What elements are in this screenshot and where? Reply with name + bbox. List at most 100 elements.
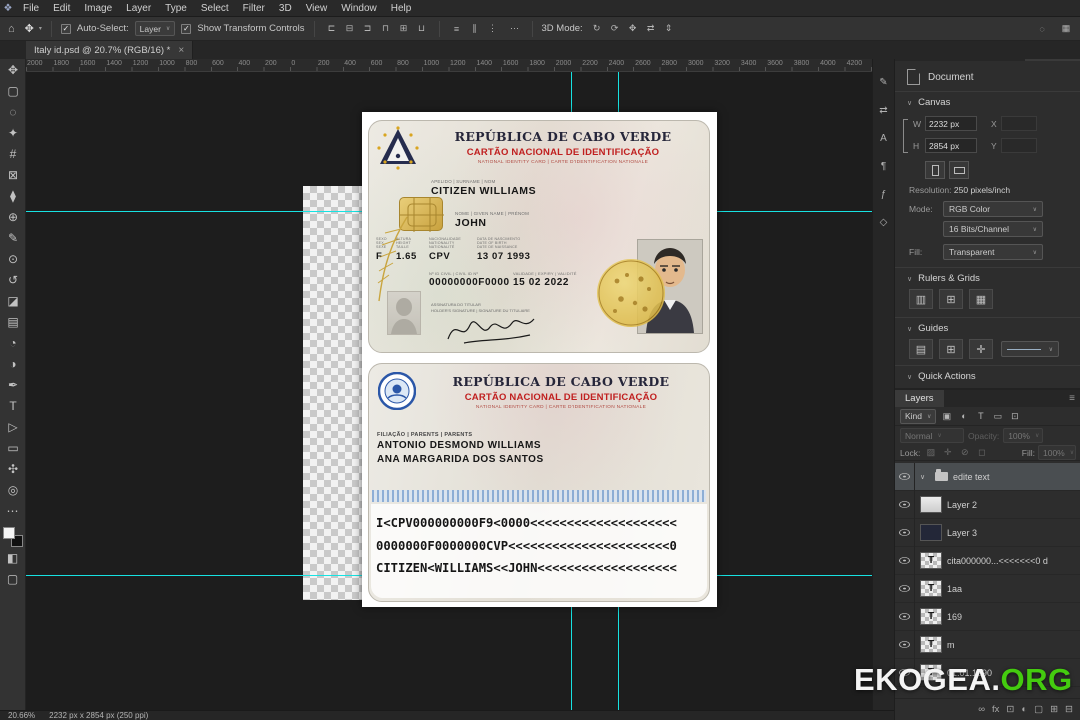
quick-mask-icon[interactable]: ◧ <box>0 547 26 568</box>
brush-settings-icon[interactable]: ✎ <box>875 73 893 91</box>
filter-pixel-icon[interactable]: ▣ <box>939 409 954 423</box>
guide-layout-icon[interactable]: ⊞ <box>939 339 963 359</box>
guide-style-dropdown[interactable]: ∨ <box>1001 341 1059 357</box>
tool-preset-arrow-icon[interactable]: ▾ <box>39 25 42 32</box>
visibility-toggle[interactable] <box>895 546 915 575</box>
menu-item[interactable]: View <box>299 0 335 16</box>
new-guide-icon[interactable]: ▤ <box>909 339 933 359</box>
menu-item[interactable]: File <box>16 0 46 16</box>
eyedropper-tool[interactable]: ⧫ <box>0 185 26 206</box>
panel-menu-icon[interactable]: ≡ <box>1063 390 1080 407</box>
canvas-section-header[interactable]: ∨ Canvas <box>907 97 950 108</box>
menu-item[interactable]: Filter <box>236 0 272 16</box>
expand-chevron-icon[interactable]: ∨ <box>920 473 928 481</box>
align-left-icon[interactable]: ⊏ <box>324 21 340 37</box>
lasso-tool[interactable]: ◌ <box>0 101 26 122</box>
width-input[interactable] <box>925 116 977 131</box>
screen-mode-icon[interactable]: ▢ <box>0 568 26 589</box>
show-transform-checkbox[interactable]: ✓ <box>181 23 192 34</box>
color-swatches[interactable] <box>2 527 23 547</box>
distribute-more-icon[interactable]: ⋮ <box>485 21 501 37</box>
canvas-area[interactable]: REPÚBLICA DE CABO VERDE CARTÃO NACIONAL … <box>26 72 872 710</box>
align-top-icon[interactable]: ⊓ <box>378 21 394 37</box>
brush-tool[interactable]: ✎ <box>0 227 26 248</box>
align-bottom-icon[interactable]: ⊔ <box>414 21 430 37</box>
align-center-h-icon[interactable]: ⊟ <box>342 21 358 37</box>
lock-transparency-icon[interactable]: ▨ <box>923 446 938 460</box>
layer-thumbnail[interactable] <box>920 496 942 513</box>
visibility-toggle[interactable] <box>895 658 915 687</box>
paragraph-panel-icon[interactable]: ¶ <box>875 157 893 175</box>
visibility-toggle[interactable] <box>895 630 915 659</box>
rulers-grids-section-header[interactable]: ∨ Rulers & Grids <box>907 273 980 284</box>
menu-item[interactable]: Layer <box>119 0 158 16</box>
gradient-tool[interactable]: ▤ <box>0 311 26 332</box>
layer-thumbnail[interactable] <box>920 524 942 541</box>
more-options-icon[interactable]: ⋯ <box>507 21 523 37</box>
clone-stamp-tool[interactable]: ⊙ <box>0 248 26 269</box>
filter-shape-icon[interactable]: ▭ <box>990 409 1005 423</box>
pen-tool[interactable]: ✒ <box>0 374 26 395</box>
text-layer-thumbnail[interactable]: T <box>920 608 942 625</box>
slide-3d-icon[interactable]: ⇄ <box>643 21 659 37</box>
bit-depth-dropdown[interactable]: 16 Bits/Channel ∨ <box>943 221 1043 237</box>
menu-item[interactable]: Image <box>77 0 119 16</box>
shape-tool[interactable]: ▭ <box>0 437 26 458</box>
adjustments-panel-icon[interactable]: ◇ <box>875 213 893 231</box>
search-icon[interactable]: ◌ <box>1034 21 1050 37</box>
layer-row-169[interactable]: T 169 <box>895 602 1080 631</box>
text-layer-thumbnail[interactable]: T <box>920 636 942 653</box>
lock-pixels-icon[interactable]: ✛ <box>940 446 955 460</box>
distribute-horizontal-icon[interactable]: ∥ <box>467 21 483 37</box>
scale-3d-icon[interactable]: ⇕ <box>661 21 677 37</box>
auto-select-checkbox[interactable]: ✓ <box>60 23 71 34</box>
glyphs-panel-icon[interactable]: ƒ <box>875 185 893 203</box>
history-brush-tool[interactable]: ↺ <box>0 269 26 290</box>
layer-row-cita[interactable]: T cita000000...<<<<<<<0 d <box>895 546 1080 575</box>
active-tool-icon[interactable]: ✥ <box>23 22 36 35</box>
layer-row-edite-text[interactable]: ∨ edite text <box>895 463 1080 491</box>
text-layer-thumbnail[interactable]: T <box>920 580 942 597</box>
pixel-grid-icon[interactable]: ▦ <box>969 289 993 309</box>
edit-toolbar-icon[interactable]: ⋯ <box>0 500 26 521</box>
filter-smart-object-icon[interactable]: ⊡ <box>1007 409 1022 423</box>
move-tool[interactable]: ✥ <box>0 59 26 80</box>
roll-3d-icon[interactable]: ⟳ <box>607 21 623 37</box>
crop-tool[interactable]: # <box>0 143 26 164</box>
home-icon[interactable]: ⌂ <box>6 23 17 35</box>
menu-item[interactable]: Window <box>334 0 384 16</box>
portrait-orientation-button[interactable] <box>925 161 945 179</box>
visibility-toggle[interactable] <box>895 518 915 547</box>
auto-select-dropdown[interactable]: Layer ∨ <box>134 21 176 36</box>
dodge-tool[interactable]: ◑ <box>0 353 26 374</box>
horizontal-ruler[interactable]: 2000 1800 1600 1400 1200 1000 800 600 400 200 0 200… <box>26 59 872 72</box>
text-layer-thumbnail[interactable]: T <box>920 664 942 681</box>
visibility-toggle[interactable] <box>895 574 915 603</box>
workspace-icon[interactable]: ▦ <box>1058 21 1074 37</box>
filter-adjustment-icon[interactable]: ◐ <box>956 409 971 423</box>
quick-selection-tool[interactable]: ✦ <box>0 122 26 143</box>
menu-item[interactable]: Help <box>384 0 419 16</box>
marquee-tool[interactable]: ▢ <box>0 80 26 101</box>
lock-position-icon[interactable]: ⊘ <box>957 446 972 460</box>
menu-item[interactable]: Type <box>158 0 194 16</box>
filter-kind-dropdown[interactable]: Kind ∨ <box>900 408 937 424</box>
foreground-color-swatch[interactable] <box>2 527 15 539</box>
new-layer-icon[interactable]: ⊞ <box>1050 704 1058 715</box>
fill-dropdown[interactable]: 100% ∨ <box>1038 445 1076 460</box>
close-tab-icon[interactable]: × <box>178 45 184 56</box>
blend-mode-dropdown[interactable]: Normal ∨ <box>900 428 964 443</box>
guides-section-header[interactable]: ∨ Guides <box>907 323 948 334</box>
document-canvas[interactable]: REPÚBLICA DE CABO VERDE CARTÃO NACIONAL … <box>362 112 717 607</box>
menu-item[interactable]: Edit <box>46 0 77 16</box>
layer-mask-icon[interactable]: ⊡ <box>1006 704 1014 715</box>
menu-item[interactable]: Select <box>194 0 236 16</box>
hand-tool[interactable]: ✣ <box>0 458 26 479</box>
document-tab[interactable]: Italy id.psd @ 20.7% (RGB/16) * × <box>26 41 194 59</box>
color-mode-dropdown[interactable]: RGB Color ∨ <box>943 201 1043 217</box>
opacity-dropdown[interactable]: 100% ∨ <box>1003 428 1044 443</box>
layer-row-1aa[interactable]: T 1aa <box>895 574 1080 603</box>
adjustment-layer-icon[interactable]: ◐ <box>1021 704 1027 715</box>
layer-row-layer-2[interactable]: Layer 2 <box>895 490 1080 519</box>
tab-layers[interactable]: Layers <box>895 390 944 407</box>
